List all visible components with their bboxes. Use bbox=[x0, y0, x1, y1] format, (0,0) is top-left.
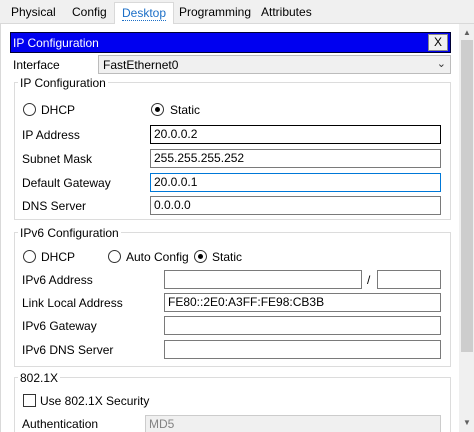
scrollbar-thumb[interactable] bbox=[461, 40, 473, 352]
tab-physical-label: Physical bbox=[11, 5, 56, 19]
scroll-down-arrow-icon[interactable]: ▼ bbox=[459, 416, 474, 430]
dns-server-input[interactable]: 0.0.0.0 bbox=[150, 196, 441, 215]
default-gateway-input[interactable]: 20.0.0.1 bbox=[150, 173, 441, 192]
ipv6-dhcp-radio[interactable] bbox=[23, 250, 36, 263]
interface-select-value: FastEthernet0 bbox=[103, 58, 179, 72]
ipv4-group-title: IP Configuration bbox=[18, 76, 108, 90]
ipv6-address-input[interactable] bbox=[164, 270, 362, 289]
ipv6-prefix-length-input[interactable] bbox=[377, 270, 441, 289]
ipv6-dhcp-label: DHCP bbox=[41, 250, 76, 264]
ipv6-static-radio[interactable] bbox=[194, 250, 207, 263]
tab-physical[interactable]: Physical bbox=[4, 2, 63, 24]
ipv6-address-label: IPv6 Address bbox=[22, 273, 93, 287]
tab-desktop-label: Desktop bbox=[122, 6, 167, 21]
tab-attributes[interactable]: Attributes bbox=[254, 2, 319, 24]
ipv6-dns-server-input[interactable] bbox=[164, 340, 441, 359]
desktop-panel: IP Configuration X Interface FastEtherne… bbox=[0, 24, 474, 432]
link-local-address-input[interactable]: FE80::2E0:A3FF:FE98:CB3B bbox=[164, 293, 441, 312]
link-local-address-label: Link Local Address bbox=[22, 296, 123, 310]
ipv4-static-radio[interactable] bbox=[151, 103, 164, 116]
scroll-up-arrow-icon[interactable]: ▲ bbox=[459, 26, 474, 40]
ip-address-label: IP Address bbox=[22, 128, 80, 142]
ipv6-group-title: IPv6 Configuration bbox=[18, 226, 121, 240]
ipv6-gateway-label: IPv6 Gateway bbox=[22, 319, 97, 333]
ipv6-static-label: Static bbox=[212, 250, 243, 264]
close-button[interactable]: X bbox=[428, 34, 448, 51]
authentication-select[interactable]: MD5 bbox=[145, 415, 441, 432]
dot1x-group-title: 802.1X bbox=[18, 371, 61, 385]
tab-bar: Physical Config Desktop Programming Attr… bbox=[0, 0, 474, 25]
use-8021x-security-checkbox[interactable] bbox=[23, 394, 36, 407]
vertical-scrollbar[interactable]: ▲ ▼ bbox=[459, 24, 474, 432]
dialog-title-bar: IP Configuration X bbox=[10, 32, 451, 53]
use-8021x-security-label: Use 802.1X Security bbox=[40, 394, 150, 408]
ipv6-dns-server-label: IPv6 DNS Server bbox=[22, 343, 114, 357]
ipv6-auto-config-label: Auto Config bbox=[126, 250, 189, 264]
tab-programming[interactable]: Programming bbox=[172, 2, 258, 24]
default-gateway-label: Default Gateway bbox=[22, 176, 111, 190]
ipv4-dhcp-radio[interactable] bbox=[23, 103, 36, 116]
interface-label: Interface bbox=[13, 58, 60, 72]
subnet-mask-input[interactable]: 255.255.255.252 bbox=[150, 149, 441, 168]
ipv4-dhcp-label: DHCP bbox=[41, 103, 76, 117]
ipv6-gateway-input[interactable] bbox=[164, 316, 441, 335]
tab-config[interactable]: Config bbox=[65, 2, 114, 24]
ip-address-input[interactable]: 20.0.0.2 bbox=[150, 125, 441, 144]
dialog-title: IP Configuration bbox=[13, 36, 99, 50]
tab-config-label: Config bbox=[72, 5, 107, 19]
authentication-label: Authentication bbox=[22, 417, 99, 431]
tab-attributes-label: Attributes bbox=[261, 5, 312, 19]
ipv6-prefix-separator: / bbox=[367, 273, 371, 287]
chevron-down-icon: ⌄ bbox=[436, 58, 446, 70]
ipv6-auto-config-radio[interactable] bbox=[108, 250, 121, 263]
tab-desktop[interactable]: Desktop bbox=[114, 2, 175, 25]
tab-programming-label: Programming bbox=[179, 5, 252, 19]
interface-select[interactable]: FastEthernet0 ⌄ bbox=[98, 55, 451, 74]
ipv4-static-label: Static bbox=[170, 103, 201, 117]
subnet-mask-label: Subnet Mask bbox=[22, 152, 93, 166]
dns-server-label: DNS Server bbox=[22, 199, 87, 213]
